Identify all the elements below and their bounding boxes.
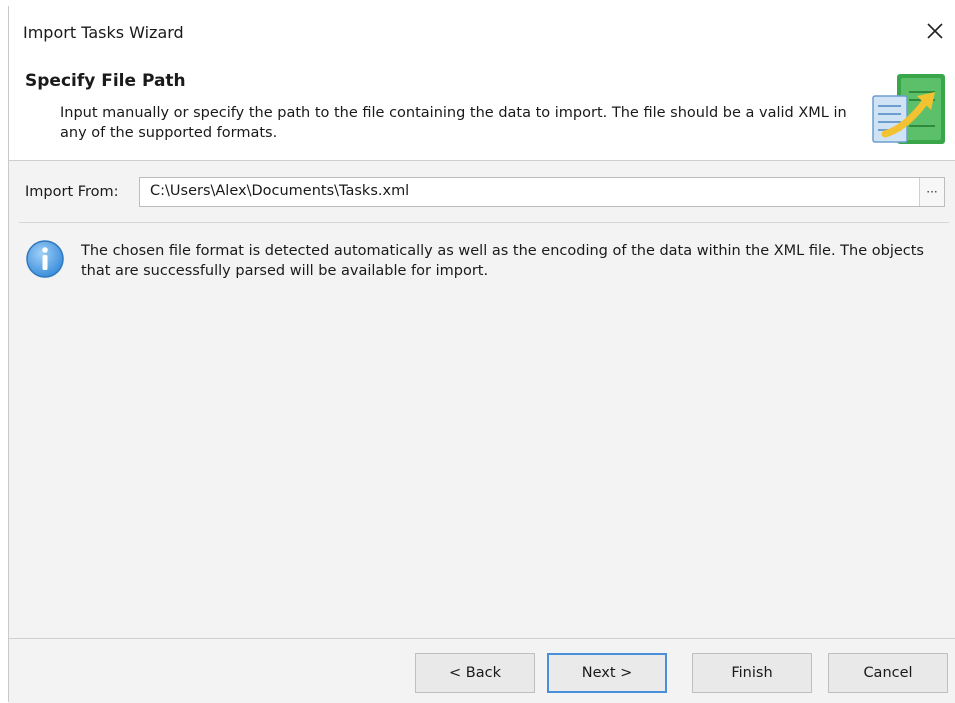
page-description: Input manually or specify the path to th… <box>60 105 847 141</box>
divider <box>19 222 949 223</box>
finish-button[interactable]: Finish <box>692 653 812 693</box>
import-from-value: C:\Users\Alex\Documents\Tasks.xml <box>150 183 410 199</box>
close-icon <box>927 23 943 39</box>
info-message: The chosen file format is detected autom… <box>81 243 924 279</box>
info-icon <box>26 240 64 278</box>
window-title: Import Tasks Wizard <box>23 23 184 42</box>
wizard-footer: < Back Next > Finish Cancel <box>9 638 955 703</box>
next-button[interactable]: Next > <box>547 653 667 693</box>
close-button[interactable] <box>915 14 955 48</box>
wizard-header: Specify File Path Input manually or spec… <box>9 56 955 161</box>
page-title: Specify File Path <box>25 71 186 91</box>
cancel-button[interactable]: Cancel <box>828 653 948 693</box>
import-tasks-wizard-window: Import Tasks Wizard Specify File Path In… <box>8 6 955 703</box>
import-document-icon <box>872 74 945 144</box>
import-from-label: Import From: <box>25 184 119 200</box>
browse-button[interactable]: ··· <box>919 178 944 206</box>
wizard-body: Import From: C:\Users\Alex\Documents\Tas… <box>9 161 955 638</box>
title-bar: Import Tasks Wizard <box>9 6 955 56</box>
import-from-input[interactable]: C:\Users\Alex\Documents\Tasks.xml ··· <box>139 177 945 207</box>
back-button[interactable]: < Back <box>415 653 535 693</box>
